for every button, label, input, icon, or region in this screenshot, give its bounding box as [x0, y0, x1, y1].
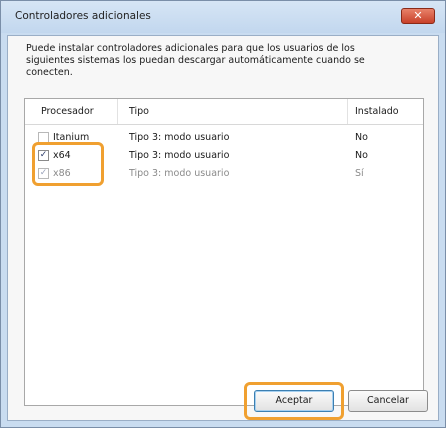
description-text: Puede instalar controladores adicionales… [26, 43, 365, 78]
list-header: Procesador Tipo Instalado [25, 99, 423, 125]
cell-installed: No [355, 132, 368, 143]
cancel-button[interactable]: Cancelar [348, 390, 428, 412]
cell-type: Tipo 3: modo usuario [129, 168, 230, 179]
header-type[interactable]: Tipo [129, 106, 149, 117]
drivers-list: Procesador Tipo Instalado Itanium Tipo 3… [24, 98, 424, 406]
header-processor[interactable]: Procesador [41, 106, 94, 117]
header-divider [117, 99, 118, 124]
header-installed[interactable]: Instalado [355, 106, 399, 117]
cell-type: Tipo 3: modo usuario [129, 132, 230, 143]
dialog-title: Controladores adicionales [15, 10, 151, 22]
dialog-body: Puede instalar controladores adicionales… [7, 35, 439, 421]
cell-installed: No [355, 150, 368, 161]
close-button[interactable]: ✕ [401, 8, 435, 24]
cell-installed: Sí [355, 168, 364, 179]
cell-type: Tipo 3: modo usuario [129, 150, 230, 161]
title-bar: Controladores adicionales ✕ [1, 1, 445, 33]
callout-highlight [32, 142, 104, 186]
dialog-window: Controladores adicionales ✕ Puede instal… [0, 0, 446, 428]
callout-highlight [244, 382, 344, 420]
header-divider [347, 99, 348, 124]
